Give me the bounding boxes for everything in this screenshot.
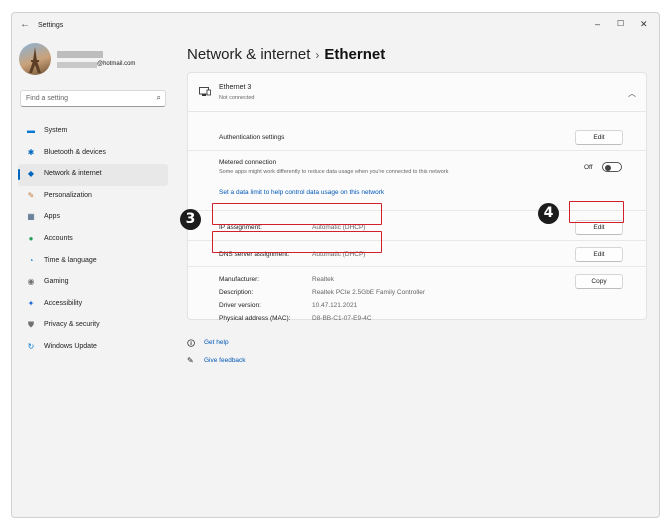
sidebar-item-bluetooth-devices[interactable]: ✱ Bluetooth & devices bbox=[18, 143, 168, 165]
nav-item-label: Bluetooth & devices bbox=[44, 148, 106, 156]
prop-value: Realtek PCIe 2.5GbE Family Controller bbox=[312, 289, 426, 296]
metered-description: Some apps might work differently to redu… bbox=[219, 169, 449, 175]
data-limit-link[interactable]: Set a data limit to help control data us… bbox=[219, 189, 384, 196]
get-help-link[interactable]: Get help bbox=[204, 339, 229, 346]
sidebar-item-personalization[interactable]: ✎ Personalization bbox=[18, 186, 168, 208]
active-indicator bbox=[18, 169, 20, 181]
metered-label: Metered connection bbox=[219, 159, 277, 166]
close-button[interactable]: ✕ bbox=[640, 19, 648, 30]
nav-item-label: Network & internet bbox=[44, 170, 102, 178]
search-placeholder: Find a setting bbox=[26, 95, 69, 102]
sidebar-item-time-language[interactable]: ◔ Time & language bbox=[18, 251, 168, 273]
sidebar-item-gaming[interactable]: ◉ Gaming bbox=[18, 272, 168, 294]
settings-window: ← Settings – ☐ ✕ @hotmail.com Find a set… bbox=[11, 12, 660, 518]
ip-assignment-highlight bbox=[212, 203, 382, 225]
divider bbox=[188, 266, 646, 267]
nav-item-icon: ▬ bbox=[27, 126, 35, 135]
dns-assignment-highlight bbox=[212, 231, 382, 253]
nav-item-icon: ◉ bbox=[27, 277, 35, 287]
search-icon: ⌕ bbox=[156, 93, 161, 102]
email-redacted bbox=[57, 62, 97, 68]
help-icon: 🛈 bbox=[187, 339, 196, 348]
ip-assignment-value: Automatic (DHCP) bbox=[312, 224, 366, 231]
sidebar-item-accounts[interactable]: ● Accounts bbox=[18, 229, 168, 251]
nav-item-icon: ⛊ bbox=[28, 320, 34, 330]
nav-item-icon: ✱ bbox=[27, 147, 35, 157]
page-title: Ethernet bbox=[324, 46, 386, 63]
ethernet-icon bbox=[199, 87, 211, 96]
nav-item-label: Windows Update bbox=[44, 342, 97, 350]
prop-label: Driver version: bbox=[219, 302, 261, 309]
nav-item-icon: ● bbox=[28, 233, 34, 243]
give-feedback-link[interactable]: Give feedback bbox=[204, 357, 246, 364]
ethernet-card: Ethernet 3 Not connected ︿ Authenticatio… bbox=[187, 72, 647, 322]
metered-toggle[interactable] bbox=[602, 162, 622, 172]
copy-button[interactable]: Copy bbox=[575, 274, 623, 289]
prop-label: Description: bbox=[219, 289, 254, 296]
ip-assignment-label: IP assignment: bbox=[219, 224, 262, 231]
nav-item-label: Time & language bbox=[44, 256, 97, 264]
search-input[interactable]: Find a setting ⌕ bbox=[20, 90, 166, 107]
nav-item-label: Gaming bbox=[44, 278, 69, 286]
nav-item-label: Accessibility bbox=[44, 299, 83, 307]
minimize-button[interactable]: – bbox=[595, 19, 600, 29]
maximize-button[interactable]: ☐ bbox=[617, 19, 624, 28]
user-profile[interactable]: @hotmail.com bbox=[19, 43, 179, 83]
prop-value: Realtek bbox=[312, 276, 335, 283]
nav-item-label: Accounts bbox=[44, 234, 73, 242]
nav-item-icon: ✎ bbox=[27, 190, 35, 200]
divider bbox=[188, 150, 646, 151]
nav-item-icon: ↻ bbox=[27, 341, 35, 351]
sidebar-item-network-internet[interactable]: ◆ Network & internet bbox=[18, 164, 168, 186]
dns-edit-button[interactable]: Edit bbox=[575, 247, 623, 262]
sidebar-nav: ▬ System ✱ Bluetooth & devices ◆ Network & in… bbox=[18, 121, 168, 359]
breadcrumb-parent[interactable]: Network & internet bbox=[187, 46, 310, 63]
auth-settings-label: Authentication settings bbox=[219, 134, 285, 141]
sidebar-item-privacy-security[interactable]: ⛊ Privacy & security bbox=[18, 315, 168, 337]
edit-button-highlight bbox=[569, 201, 624, 223]
user-email: @hotmail.com bbox=[97, 61, 136, 67]
nav-item-label: Apps bbox=[44, 213, 60, 221]
sidebar-item-accessibility[interactable]: ✦ Accessibility bbox=[18, 294, 168, 316]
sidebar-item-apps[interactable]: ▦ Apps bbox=[18, 207, 168, 229]
breadcrumb-separator-icon: › bbox=[315, 48, 320, 62]
nav-item-icon: ◆ bbox=[27, 169, 35, 179]
toggle-knob bbox=[605, 164, 611, 171]
auth-edit-button[interactable]: Edit bbox=[575, 130, 623, 145]
eiffel-tower-icon bbox=[29, 47, 41, 73]
user-name-redacted bbox=[57, 51, 103, 58]
nav-item-icon: ▦ bbox=[27, 212, 35, 222]
avatar bbox=[19, 43, 51, 75]
feedback-icon: ✎ bbox=[187, 356, 194, 365]
prop-label: Manufacturer: bbox=[219, 276, 260, 283]
step-4-badge: 4 bbox=[538, 203, 559, 224]
sidebar-item-windows-update[interactable]: ↻ Windows Update bbox=[18, 337, 168, 359]
nav-item-label: System bbox=[44, 127, 68, 134]
nav-item-icon: ◔ bbox=[28, 255, 34, 265]
adapter-name: Ethernet 3 bbox=[219, 84, 252, 91]
prop-label: Physical address (MAC): bbox=[219, 315, 291, 322]
window-title: Settings bbox=[38, 22, 64, 29]
nav-item-icon: ✦ bbox=[27, 298, 35, 308]
adapter-status: Not connected bbox=[219, 95, 255, 101]
chevron-up-icon[interactable]: ︿ bbox=[628, 88, 636, 99]
metered-toggle-text: Off bbox=[584, 164, 593, 171]
title-bar: ← Settings – ☐ ✕ bbox=[12, 13, 659, 41]
step-3-badge: 3 bbox=[180, 209, 201, 230]
adapter-header[interactable]: Ethernet 3 Not connected ︿ bbox=[188, 73, 646, 112]
prop-value: 10.47.121.2021 bbox=[312, 302, 358, 309]
prop-value: D8-BB-C1-07-E9-4C bbox=[312, 315, 372, 322]
back-arrow-icon[interactable]: ← bbox=[20, 19, 30, 30]
sidebar-item-system[interactable]: ▬ System bbox=[18, 121, 168, 143]
nav-item-label: Personalization bbox=[44, 191, 92, 199]
breadcrumb: Network & internet › Ethernet bbox=[187, 46, 385, 63]
nav-item-label: Privacy & security bbox=[44, 321, 100, 329]
